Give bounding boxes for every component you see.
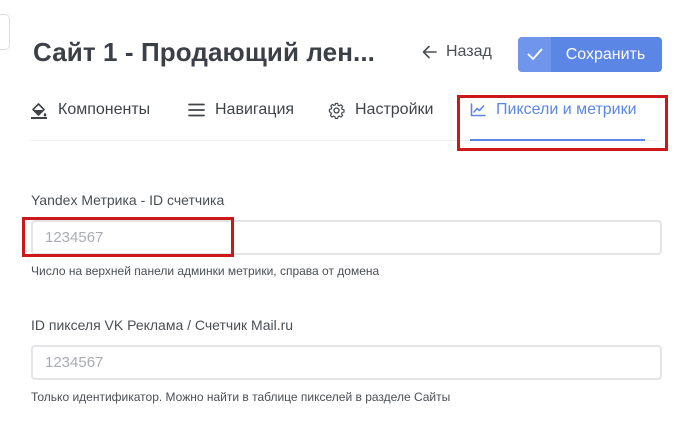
menu-lines-icon <box>188 103 205 117</box>
yandex-metrika-label: Yandex Метрика - ID счетчика <box>31 192 225 208</box>
back-button[interactable]: Назад <box>422 43 492 61</box>
check-icon <box>518 37 551 72</box>
save-label: Сохранить <box>565 45 646 63</box>
yandex-metrika-id-input[interactable] <box>31 220 662 255</box>
tab-label: Настройки <box>355 101 434 118</box>
line-chart-icon <box>470 103 486 117</box>
vk-pixel-hint: Только идентификатор. Можно найти в табл… <box>31 390 451 404</box>
back-label: Назад <box>446 43 492 60</box>
gear-icon <box>328 102 345 119</box>
tab-label: Пиксели и метрики <box>496 101 637 118</box>
paint-bucket-icon <box>30 101 48 119</box>
tab-bar: Компоненты Навигация Настройки Пиксели и… <box>30 96 660 141</box>
vk-pixel-id-input[interactable] <box>31 345 662 380</box>
tab-settings[interactable]: Настройки <box>328 88 433 132</box>
page-title: Сайт 1 - Продающий лен... <box>33 37 375 67</box>
tab-label: Компоненты <box>58 101 151 118</box>
active-tab-indicator <box>470 139 645 141</box>
yandex-metrika-hint: Число на верхней панели админки метрики,… <box>31 264 380 278</box>
tab-pixels-metrics[interactable]: Пиксели и метрики <box>470 88 637 132</box>
vk-pixel-label: ID пикселя VK Реклама / Счетчик Mail.ru <box>31 317 294 333</box>
tab-label: Навигация <box>215 101 295 118</box>
arrow-left-icon <box>422 45 437 59</box>
side-panel-edge <box>0 14 10 50</box>
save-button[interactable]: Сохранить <box>518 37 662 72</box>
tab-navigation[interactable]: Навигация <box>188 88 294 132</box>
tab-components[interactable]: Компоненты <box>30 88 150 132</box>
